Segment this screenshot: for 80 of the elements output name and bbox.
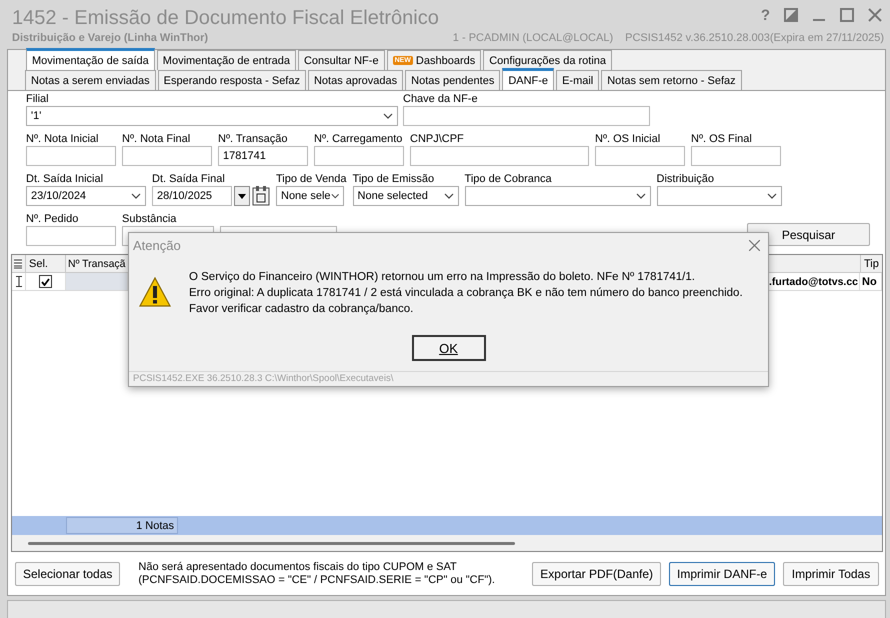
field-label: Nº. Nota Inicial	[26, 133, 100, 146]
field-label: Filial	[26, 93, 50, 106]
dropdown-button[interactable]	[234, 186, 250, 206]
text-field[interactable]	[691, 146, 781, 166]
field-label: Nº. Pedido	[26, 213, 80, 226]
chevron-icon	[131, 193, 141, 199]
tab[interactable]: DANF-e	[502, 68, 554, 90]
dropdown[interactable]: 23/10/2024	[26, 186, 146, 206]
text-field[interactable]	[314, 146, 404, 166]
dropdown[interactable]	[656, 186, 782, 206]
field-label: Substância	[122, 213, 178, 226]
action-button[interactable]: Imprimir DANF-e	[669, 562, 775, 586]
field-label: Nº. Carregamento	[314, 133, 404, 146]
horizontal-scrollbar[interactable]	[12, 535, 882, 551]
column-menu-icon[interactable]	[14, 258, 22, 268]
select-all-button[interactable]: Selecionar todas	[15, 562, 120, 586]
chevron-icon	[766, 193, 777, 199]
calendar-icon[interactable]	[252, 186, 270, 206]
chevron-icon	[383, 113, 393, 119]
dropdown[interactable]: None sele	[276, 186, 344, 206]
dialog-footer: PCSIS1452.EXE 36.2510.28.3 C:\Winthor\Spool\Executaveis\	[129, 371, 768, 386]
window-title: 1452 - Emissão de Documento Fiscal Eletrônico	[12, 6, 439, 30]
chevron-icon	[330, 193, 339, 199]
text-field[interactable]	[403, 106, 650, 126]
tab[interactable]: Esperando resposta - Sefaz	[158, 70, 306, 90]
dropdown[interactable]: '1'	[26, 106, 398, 126]
text-field[interactable]	[595, 146, 685, 166]
table-cell: No	[860, 273, 882, 290]
field-label: Tipo de Venda	[276, 173, 347, 186]
tab[interactable]: Notas aprovadas	[308, 70, 404, 90]
dialog-title: Atenção	[133, 238, 181, 252]
checkbox[interactable]	[39, 275, 52, 288]
text-field[interactable]	[122, 146, 212, 166]
field-label: Nº. OS Final	[691, 133, 753, 146]
restore-icon[interactable]	[784, 8, 798, 22]
text-field[interactable]	[410, 146, 589, 166]
text-cursor-icon	[16, 276, 22, 287]
action-button[interactable]: Imprimir Todas	[783, 562, 879, 586]
field-label: CNPJ\CPF	[410, 133, 465, 146]
field-label: Nº. OS Inicial	[595, 133, 662, 146]
field-label: Nº. Transação	[218, 133, 288, 146]
column-header[interactable]: Tip	[864, 258, 879, 270]
chevron-icon	[444, 193, 454, 199]
dropdown[interactable]	[464, 186, 651, 206]
ok-button[interactable]: OK	[412, 335, 486, 361]
version-info: PCSIS1452 v.36.2510.28.003(Expira em 27/11/2025)	[625, 32, 884, 44]
tab[interactable]: Movimentação de saída	[26, 48, 155, 70]
action-button[interactable]: Exportar PDF(Danfe)	[532, 562, 661, 586]
warning-icon	[139, 277, 171, 307]
tab[interactable]: E-mail	[556, 70, 600, 90]
tab[interactable]: Consultar NF-e	[298, 50, 385, 70]
text-field[interactable]: 1781741	[218, 146, 308, 166]
tab[interactable]: Notas sem retorno - Sefaz	[601, 70, 742, 90]
tab[interactable]: Notas a serem enviadas	[25, 70, 156, 90]
field-label: Dt. Saída Final	[152, 173, 226, 186]
tab[interactable]: Movimentação de entrada	[156, 50, 296, 70]
field-label: Tipo de Cobranca	[464, 173, 553, 186]
date-field[interactable]: 28/10/2025	[152, 186, 232, 206]
tab[interactable]: Notas pendentes	[405, 70, 500, 90]
field-label: Dt. Saída Inicial	[26, 173, 104, 186]
field-label: Nº. Nota Final	[122, 133, 192, 146]
text-field[interactable]	[26, 226, 116, 246]
column-header[interactable]: Sel.	[29, 258, 48, 270]
dropdown[interactable]: None selected	[352, 186, 459, 206]
dialog-message: O Serviço do Financeiro (WINTHOR) retornou um erro na Impressão do boleto. NFe Nº 1781741/1. Erro original: A duplicata 1781741 / 2 está vinculada a cobrança BK e não tem número do banco preenchido. Favor verificar cadastro da cobrança/banco.	[189, 270, 743, 317]
text-field[interactable]	[26, 146, 116, 166]
field-label: Distribuição	[656, 173, 716, 186]
close-icon[interactable]	[868, 8, 882, 22]
caret-icon	[238, 194, 246, 198]
field-label: Tipo de Emissão	[352, 173, 436, 186]
user-info: 1 - PCADMIN (LOCAL@LOCAL)	[452, 32, 614, 44]
chevron-icon	[636, 193, 646, 199]
field-label: Chave da NF-e	[403, 93, 479, 106]
window-subtitle: Distribuição e Varejo (Linha WinThor)	[12, 32, 208, 44]
column-header[interactable]: Nº Transaçã	[68, 258, 126, 270]
maximize-icon[interactable]	[840, 8, 854, 22]
close-icon[interactable]	[749, 240, 760, 250]
tab[interactable]: Configurações da rotina	[483, 50, 612, 70]
summary-cell: 1 Notas	[66, 517, 178, 534]
info-note: Não será apresentado documentos fiscais do tipo CUPOM e SAT (PCNFSAID.DOCEMISSAO = "CE" / PCNFSAID.SERIE = "CP" ou "CF").	[138, 561, 496, 587]
